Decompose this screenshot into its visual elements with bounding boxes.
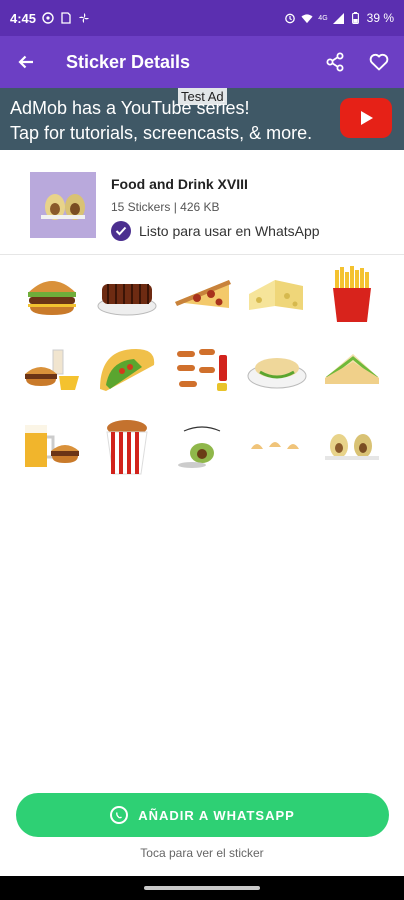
check-circle-icon — [111, 221, 131, 241]
app-bar-actions — [316, 43, 404, 81]
burrito-plate-icon — [247, 358, 307, 389]
test-ad-label: Test Ad — [178, 88, 227, 105]
status-left: 4:45 — [10, 11, 90, 26]
ready-status-text: Listo para usar en WhatsApp — [139, 223, 320, 239]
add-to-whatsapp-button[interactable]: AÑADIR A WHATSAPP — [16, 793, 389, 837]
sticker-dumplings[interactable] — [239, 415, 314, 477]
beer-and-burger-icon — [25, 425, 80, 467]
ad-line-2: Tap for tutorials, screencasts, & more. — [10, 123, 313, 143]
sticker-burrito-plate[interactable] — [239, 339, 314, 401]
ready-status: Listo para usar en WhatsApp — [111, 221, 320, 241]
battery-level: 39 % — [366, 11, 394, 25]
home-gesture-handle[interactable] — [144, 886, 260, 890]
french-fries-icon — [332, 266, 371, 322]
add-to-whatsapp-label: AÑADIR A WHATSAPP — [138, 807, 295, 823]
sticker-ribs[interactable] — [90, 263, 165, 325]
whatsapp-icon — [110, 806, 129, 824]
pinwheel-icon — [78, 12, 90, 24]
hotdogs-icon — [176, 349, 227, 391]
status-time: 4:45 — [10, 10, 37, 26]
network-type: 4G — [318, 14, 328, 22]
signal-icon — [333, 12, 345, 24]
ad-banner[interactable]: AdMob has a YouTube series! Tap for tuto… — [0, 88, 404, 150]
sticker-avocado-text[interactable] — [165, 415, 240, 477]
sticker-hotdogs[interactable] — [165, 339, 240, 401]
pizza-slice-icon — [174, 280, 231, 308]
sticker-fries[interactable] — [314, 263, 389, 325]
burger-icon — [28, 281, 77, 315]
sticker-fried-chicken[interactable] — [90, 415, 165, 477]
pack-thumbnail — [30, 172, 96, 238]
sticker-pizza[interactable] — [165, 263, 240, 325]
sticker-burger-combo[interactable] — [15, 339, 90, 401]
fried-chicken-bucket-icon — [106, 420, 148, 475]
taco-icon — [100, 349, 155, 391]
sandwich-icon — [324, 354, 379, 384]
status-right: 4G 39 % — [284, 11, 394, 25]
pack-meta: 15 Stickers | 426 KB — [111, 200, 220, 214]
cheese-icon — [248, 280, 303, 310]
screen: 4:45 4G 39 % Sticker Details AdMob has a… — [0, 0, 404, 900]
avocado-text-icon — [177, 426, 221, 468]
pack-name: Food and Drink XVIII — [111, 176, 248, 192]
sticker-avocado-characters[interactable] — [314, 415, 389, 477]
sim-card-icon — [60, 12, 72, 24]
ad-line-1: AdMob has a YouTube series! — [10, 98, 250, 118]
page-title: Sticker Details — [66, 51, 191, 72]
sticker-burger[interactable] — [15, 263, 90, 325]
small-dumplings-icon — [250, 442, 299, 449]
ribs-icon — [97, 284, 157, 316]
arrow-back-icon — [18, 55, 33, 69]
share-icon — [326, 52, 344, 72]
pack-info: Food and Drink XVIII 15 Stickers | 426 K… — [0, 150, 404, 255]
whatsapp-notification-icon — [42, 12, 54, 24]
avocado-characters-icon — [324, 434, 379, 460]
wifi-icon — [301, 12, 313, 24]
status-bar: 4:45 4G 39 % — [0, 0, 404, 36]
alarm-icon — [284, 12, 296, 24]
back-button[interactable] — [0, 36, 52, 88]
sticker-sandwich[interactable] — [314, 339, 389, 401]
sticker-cheese[interactable] — [239, 263, 314, 325]
favorite-button[interactable] — [360, 43, 398, 81]
share-button[interactable] — [316, 43, 354, 81]
navigation-bar — [0, 876, 404, 900]
battery-icon — [350, 12, 362, 24]
sticker-beer-burger[interactable] — [15, 415, 90, 477]
heart-outline-icon — [369, 53, 389, 71]
app-bar: Sticker Details — [0, 36, 404, 88]
ad-text: AdMob has a YouTube series! Tap for tuto… — [10, 96, 312, 146]
sticker-grid — [15, 263, 389, 477]
tap-hint: Toca para ver el sticker — [140, 846, 264, 860]
avocado-pack-icon — [41, 194, 85, 220]
burger-combo-icon — [25, 349, 80, 390]
sticker-taco[interactable] — [90, 339, 165, 401]
youtube-logo-icon — [340, 98, 392, 138]
